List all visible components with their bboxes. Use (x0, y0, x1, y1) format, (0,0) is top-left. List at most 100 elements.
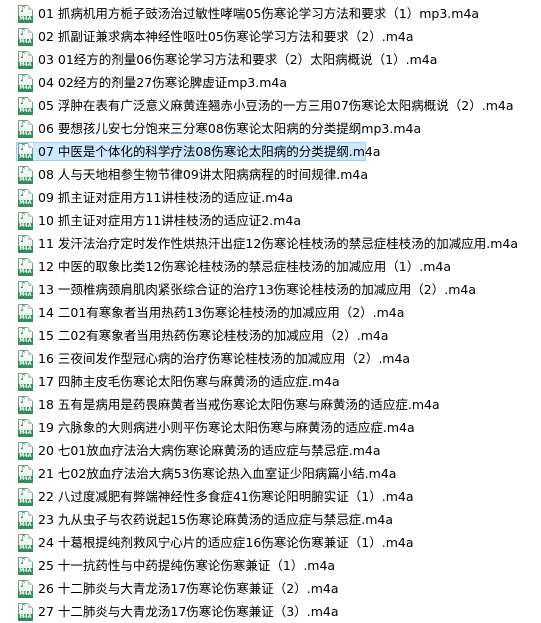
m4a-file-icon[interactable]: ♪ M4A (18, 418, 34, 437)
folded-corner (28, 188, 33, 194)
music-note-icon: ♪ (20, 441, 26, 452)
folded-corner (28, 510, 33, 516)
file-name[interactable]: 23 九从虫子与农药说起15伤寒论麻黄汤的适应症与禁忌症.m4a (38, 511, 393, 529)
file-name[interactable]: 15 二02有寒象者当用热药伤寒论桂枝汤的加减应用（2）.m4a (38, 327, 389, 345)
m4a-file-icon[interactable]: ♪ M4A (18, 73, 34, 92)
file-type-badge: M4A (18, 360, 33, 368)
file-row[interactable]: ♪ M4A 15 二02有寒象者当用热药伤寒论桂枝汤的加减应用（2）.m4a (0, 324, 541, 347)
file-name[interactable]: 17 四肺主皮毛伤寒论太阳伤寒与麻黄汤的适应症.m4a (38, 373, 340, 391)
m4a-file-icon[interactable]: ♪ M4A (18, 27, 34, 46)
m4a-file-icon[interactable]: ♪ M4A (18, 533, 34, 552)
file-name[interactable]: 16 三夜间发作型冠心病的治疗伤寒论桂枝汤的加减应用（2）.m4a (38, 350, 410, 368)
m4a-file-icon[interactable]: ♪ M4A (18, 510, 34, 529)
file-name[interactable]: 22 八过度减肥有弊端神经性多食症41伤寒论阳明腑实证（1）.m4a (38, 488, 414, 506)
m4a-file-icon[interactable]: ♪ M4A (18, 579, 34, 598)
m4a-file-icon[interactable]: ♪ M4A (18, 119, 34, 138)
file-row[interactable]: ♪ M4A 21 七02放血疗法治大病53伤寒论热入血室证少阳病篇小结.m4a (0, 462, 541, 485)
file-name[interactable]: 11 发汗法治疗定时发作性烘热汗出症12伤寒论桂枝汤的禁忌症桂枝汤的加减应用.m… (38, 235, 518, 253)
file-row[interactable]: ♪ M4A 20 七01放血疗法治大病伤寒论麻黄汤的适应症与禁忌症.m4a (0, 439, 541, 462)
folded-corner (28, 372, 33, 378)
m4a-file-icon[interactable]: ♪ M4A (18, 556, 34, 575)
file-type-badge: M4A (18, 429, 33, 437)
file-row[interactable]: ♪ M4A 11 发汗法治疗定时发作性烘热汗出症12伤寒论桂枝汤的禁忌症桂枝汤的加减… (0, 232, 541, 255)
file-name[interactable]: 10 抓主证对症用方11讲桂枝汤的适应证2.m4a (38, 212, 301, 230)
file-row[interactable]: ♪ M4A 03 01经方的剂量06伤寒论学习方法和要求（2）太阳病概说（1）.m4… (0, 48, 541, 71)
music-note-icon: ♪ (20, 510, 26, 521)
m4a-file-icon[interactable]: ♪ M4A (18, 280, 34, 299)
file-row[interactable]: ♪ M4A 25 十一抗药性与中药提纯伤寒论伤寒兼证（1）.m4a (0, 554, 541, 577)
m4a-file-icon[interactable]: ♪ M4A (18, 326, 34, 345)
m4a-file-icon[interactable]: ♪ M4A (18, 441, 34, 460)
file-name[interactable]: 03 01经方的剂量06伤寒论学习方法和要求（2）太阳病概说（1）.m4a (38, 51, 437, 69)
file-name[interactable]: 04 02经方的剂量27伤寒论脾虚证mp3.m4a (38, 74, 287, 92)
m4a-file-icon[interactable]: ♪ M4A (18, 257, 34, 276)
music-note-icon: ♪ (20, 349, 26, 360)
file-row[interactable]: ♪ M4A 06 要想孩儿安七分饱来三分寒08伤寒论太阳病的分类提纲mp3.m4a (0, 117, 541, 140)
file-type-badge: M4A (18, 199, 33, 207)
file-name[interactable]: 24 十葛根提纯剂救风宁心片的适应症16伤寒论伤寒兼证（1）.m4a (38, 534, 414, 552)
file-name[interactable]: 12 中医的取象比类12伤寒论桂枝汤的禁忌症桂枝汤的加减应用（1）.m4a (38, 258, 451, 276)
m4a-file-icon[interactable]: ♪ M4A (18, 50, 34, 69)
file-name[interactable]: 26 十二肺炎与大青龙汤17伤寒论伤寒兼证（2）.m4a (38, 580, 339, 598)
file-name[interactable]: 09 抓主证对症用方11讲桂枝汤的适应证.m4a (38, 189, 293, 207)
file-row[interactable]: ♪ M4A 04 02经方的剂量27伤寒论脾虚证mp3.m4a (0, 71, 541, 94)
music-note-icon: ♪ (20, 188, 26, 199)
m4a-file-icon[interactable]: ♪ M4A (18, 487, 34, 506)
m4a-file-icon[interactable]: ♪ M4A (18, 395, 34, 414)
file-row[interactable]: ♪ M4A 16 三夜间发作型冠心病的治疗伤寒论桂枝汤的加减应用（2）.m4a (0, 347, 541, 370)
file-name[interactable]: 20 七01放血疗法治大病伤寒论麻黄汤的适应症与禁忌症.m4a (38, 442, 381, 460)
file-row[interactable]: ♪ M4A 24 十葛根提纯剂救风宁心片的适应症16伤寒论伤寒兼证（1）.m4a (0, 531, 541, 554)
file-row[interactable]: ♪ M4A 23 九从虫子与农药说起15伤寒论麻黄汤的适应症与禁忌症.m4a (0, 508, 541, 531)
file-name[interactable]: 13 一颈椎病颈肩肌肉紧张综合证的治疗13伤寒论桂枝汤的加减应用（2）.m4a (38, 281, 476, 299)
file-name[interactable]: 05 浮肿在表有广泛意义麻黄连翘赤小豆汤的一方三用07伤寒论太阳病概说（2）.m… (38, 97, 514, 115)
file-name[interactable]: 18 五有是病用是药畏麻黄者当戒伤寒论太阳伤寒与麻黄汤的适应症.m4a (38, 396, 440, 414)
file-row[interactable]: ♪ M4A 14 二01有寒象者当用热药13伤寒论桂枝汤的加减应用（2）.m4a (0, 301, 541, 324)
file-name[interactable]: 25 十一抗药性与中药提纯伤寒论伤寒兼证（1）.m4a (38, 557, 335, 575)
file-name[interactable]: 08 人与天地相参生物节律09讲太阳病病程的时间规律.m4a (38, 166, 368, 184)
folded-corner (28, 533, 33, 539)
file-name[interactable]: 14 二01有寒象者当用热药13伤寒论桂枝汤的加减应用（2）.m4a (38, 304, 404, 322)
m4a-file-icon[interactable]: ♪ M4A (18, 464, 34, 483)
m4a-file-icon[interactable]: ♪ M4A (18, 372, 34, 391)
file-name[interactable]: 01 抓病机用方栀子豉汤治过敏性哮喘05伤寒论学习方法和要求（1）mp3.m4a (38, 5, 479, 23)
file-row[interactable]: ♪ M4A 02 抓副证兼求病本神经性呕吐05伤寒论学习方法和要求（2）.m4a (0, 25, 541, 48)
file-row[interactable]: ♪ M4A 09 抓主证对症用方11讲桂枝汤的适应证.m4a (0, 186, 541, 209)
file-name[interactable]: 21 七02放血疗法治大病53伤寒论热入血室证少阳病篇小结.m4a (38, 465, 396, 483)
file-row[interactable]: ♪ M4A 22 八过度减肥有弊端神经性多食症41伤寒论阳明腑实证（1）.m4a (0, 485, 541, 508)
file-row[interactable]: ♪ M4A 19 六脉象的大则病进小则平伤寒论太阳伤寒与麻黄汤的适应症.m4a (0, 416, 541, 439)
folded-corner (28, 418, 33, 424)
file-name[interactable]: 19 六脉象的大则病进小则平伤寒论太阳伤寒与麻黄汤的适应症.m4a (38, 419, 415, 437)
file-row[interactable]: ♪ M4A 26 十二肺炎与大青龙汤17伤寒论伤寒兼证（2）.m4a (0, 577, 541, 600)
folded-corner (28, 579, 33, 585)
m4a-file-icon[interactable]: ♪ M4A (18, 96, 34, 115)
music-note-icon: ♪ (20, 487, 26, 498)
file-row[interactable]: ♪ M4A 13 一颈椎病颈肩肌肉紧张综合证的治疗13伤寒论桂枝汤的加减应用（2）.… (0, 278, 541, 301)
folded-corner (28, 487, 33, 493)
folded-corner (28, 27, 33, 33)
m4a-file-icon[interactable]: ♪ M4A (18, 142, 34, 161)
file-row[interactable]: ♪ M4A 05 浮肿在表有广泛意义麻黄连翘赤小豆汤的一方三用07伤寒论太阳病概说（… (0, 94, 541, 117)
file-name[interactable]: 06 要想孩儿安七分饱来三分寒08伤寒论太阳病的分类提纲mp3.m4a (38, 120, 421, 138)
m4a-file-icon[interactable]: ♪ M4A (18, 4, 34, 23)
file-name[interactable]: 07 中医是个体化的科学疗法08伤寒论太阳病的分类提纲.m4a (38, 143, 381, 161)
file-row[interactable]: ♪ M4A 07 中医是个体化的科学疗法08伤寒论太阳病的分类提纲.m4a (0, 140, 541, 163)
file-type-badge: M4A (18, 383, 33, 391)
file-row[interactable]: ♪ M4A 01 抓病机用方栀子豉汤治过敏性哮喘05伤寒论学习方法和要求（1）mp3… (0, 2, 541, 25)
m4a-file-icon[interactable]: ♪ M4A (18, 602, 34, 621)
m4a-file-icon[interactable]: ♪ M4A (18, 303, 34, 322)
m4a-file-icon[interactable]: ♪ M4A (18, 349, 34, 368)
file-row[interactable]: ♪ M4A 17 四肺主皮毛伤寒论太阳伤寒与麻黄汤的适应症.m4a (0, 370, 541, 393)
m4a-file-icon[interactable]: ♪ M4A (18, 211, 34, 230)
file-row[interactable]: ♪ M4A 18 五有是病用是药畏麻黄者当戒伤寒论太阳伤寒与麻黄汤的适应症.m4a (0, 393, 541, 416)
file-name[interactable]: 27 十二肺炎与大青龙汤17伤寒论伤寒兼证（3）.m4a (38, 603, 339, 621)
file-row[interactable]: ♪ M4A 08 人与天地相参生物节律09讲太阳病病程的时间规律.m4a (0, 163, 541, 186)
file-type-badge: M4A (18, 337, 33, 345)
file-type-badge: M4A (18, 590, 33, 598)
file-row[interactable]: ♪ M4A 12 中医的取象比类12伤寒论桂枝汤的禁忌症桂枝汤的加减应用（1）.m4… (0, 255, 541, 278)
m4a-file-icon[interactable]: ♪ M4A (18, 165, 34, 184)
file-name[interactable]: 02 抓副证兼求病本神经性呕吐05伤寒论学习方法和要求（2）.m4a (38, 28, 414, 46)
m4a-file-icon[interactable]: ♪ M4A (18, 188, 34, 207)
file-row[interactable]: ♪ M4A 10 抓主证对症用方11讲桂枝汤的适应证2.m4a (0, 209, 541, 232)
file-row[interactable]: ♪ M4A 27 十二肺炎与大青龙汤17伤寒论伤寒兼证（3）.m4a (0, 600, 541, 623)
m4a-file-icon[interactable]: ♪ M4A (18, 234, 34, 253)
